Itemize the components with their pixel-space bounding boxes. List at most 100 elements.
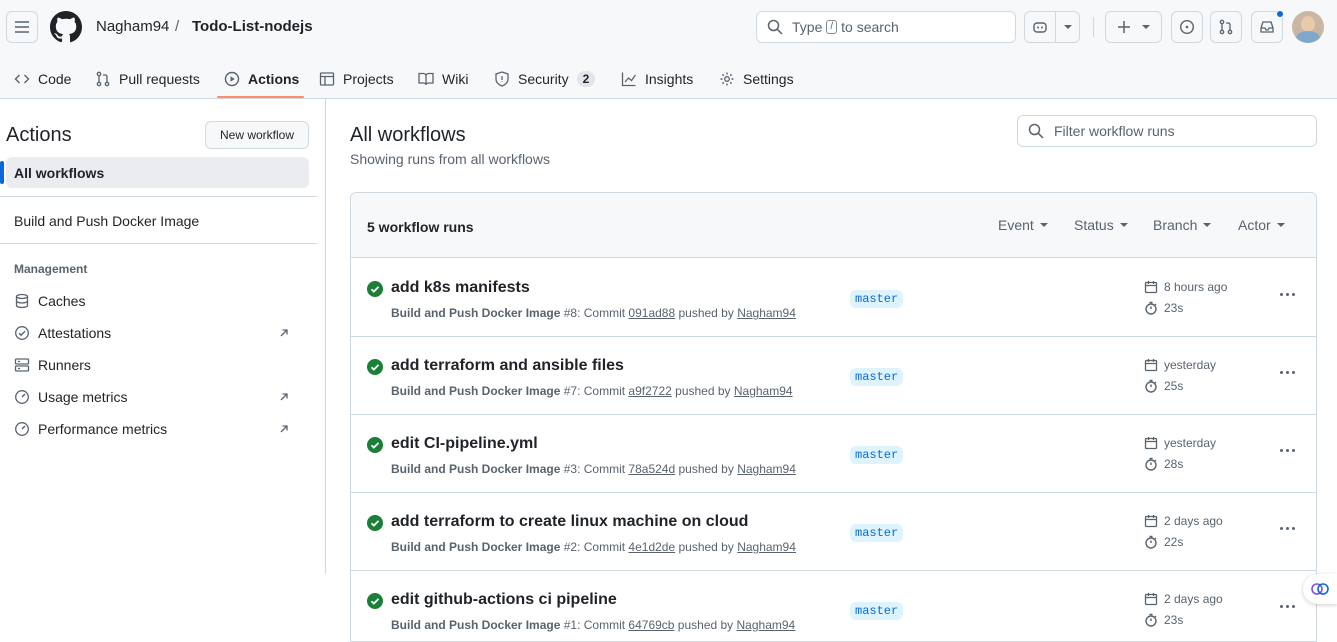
tab-actions[interactable]: Actions (224, 60, 299, 98)
page-title: All workflows (350, 124, 466, 146)
triangle-down-icon (1063, 25, 1072, 29)
run-commit-link[interactable]: 091ad88 (628, 306, 675, 320)
menu-button[interactable] (6, 11, 38, 43)
sidebar-item-all-workflows[interactable]: All workflows (0, 157, 309, 188)
meter-icon (15, 390, 29, 404)
event-filter-dropdown[interactable]: Event (998, 217, 1048, 233)
create-new-button[interactable] (1105, 11, 1162, 43)
tab-label: Projects (343, 71, 394, 87)
tab-label: Pull requests (119, 71, 200, 87)
avatar[interactable] (1292, 11, 1324, 43)
actions-sidebar: Actions New workflow All workflows Build… (0, 99, 326, 574)
filter-label: Branch (1153, 217, 1198, 233)
check-circle-icon (367, 437, 383, 453)
sidebar-item-label: Runners (38, 357, 91, 373)
run-user-link[interactable]: Nagham94 (737, 540, 796, 554)
sidebar-item-performance-metrics[interactable]: Performance metrics (14, 421, 304, 437)
run-time-text: 8 hours ago (1164, 280, 1228, 294)
graph-icon (621, 72, 637, 87)
table-icon (319, 72, 335, 86)
pull-request-icon (1219, 19, 1233, 35)
triangle-down-icon (1203, 223, 1212, 227)
calendar-icon (1144, 359, 1158, 372)
workflow-run-row[interactable]: add terraform and ansible files Build and… (351, 337, 1316, 415)
run-title-link[interactable]: add terraform and ansible files (391, 357, 624, 375)
branch-badge[interactable]: master (850, 446, 904, 464)
run-options-button[interactable] (1280, 371, 1295, 374)
workflow-run-row[interactable]: edit CI-pipeline.yml Build and Push Docke… (351, 415, 1316, 493)
run-options-button[interactable] (1280, 527, 1295, 530)
run-duration-text: 23s (1164, 301, 1184, 315)
sidebar-item-label: Usage metrics (38, 389, 128, 405)
run-duration-text: 25s (1164, 379, 1184, 393)
workflow-run-row[interactable]: add terraform to create linux machine on… (351, 493, 1316, 571)
actor-filter-dropdown[interactable]: Actor (1238, 217, 1285, 233)
run-commit-link[interactable]: 78a524d (628, 462, 675, 476)
assistant-extension-button[interactable] (1303, 574, 1337, 604)
stopwatch-icon (1145, 613, 1157, 627)
tab-projects[interactable]: Projects (319, 60, 394, 98)
repo-owner-link[interactable]: Nagham94 (96, 18, 169, 35)
tab-code[interactable]: Code (14, 60, 71, 98)
sidebar-item-attestations[interactable]: Attestations (14, 325, 304, 341)
play-icon (224, 71, 240, 87)
check-circle-icon (367, 593, 383, 609)
workflow-run-row[interactable]: edit github-actions ci pipeline Build and… (351, 571, 1316, 641)
tab-security[interactable]: Security 2 (494, 60, 596, 98)
repo-name-link[interactable]: Todo-List-nodejs (192, 18, 313, 35)
run-duration-text: 22s (1164, 535, 1184, 549)
branch-badge[interactable]: master (850, 602, 904, 620)
kebab-horizontal-icon (1280, 371, 1295, 374)
run-duration: 23s (1144, 301, 1183, 315)
pull-requests-button[interactable] (1210, 11, 1242, 43)
copilot-button[interactable] (1024, 11, 1056, 43)
triangle-down-icon (1039, 223, 1048, 227)
kebab-horizontal-icon (1280, 293, 1295, 296)
run-commit-link[interactable]: 64769cb (628, 618, 674, 632)
status-filter-dropdown[interactable]: Status (1074, 217, 1128, 233)
sidebar-item-caches[interactable]: Caches (14, 293, 304, 309)
branch-badge[interactable]: master (850, 290, 904, 308)
run-title-link[interactable]: add k8s manifests (391, 279, 530, 297)
workflow-run-row[interactable]: add k8s manifests Build and Push Docker I… (351, 259, 1316, 337)
copilot-dropdown-button[interactable] (1055, 11, 1080, 43)
search-input[interactable]: Type / to search (756, 11, 1016, 43)
run-title-link[interactable]: edit github-actions ci pipeline (391, 591, 617, 609)
branch-filter-dropdown[interactable]: Branch (1153, 217, 1212, 233)
run-user-link[interactable]: Nagham94 (737, 618, 796, 632)
triangle-down-icon (1141, 25, 1150, 29)
run-time-text: yesterday (1164, 436, 1217, 450)
stopwatch-icon (1145, 535, 1157, 549)
sidebar-item-label: Performance metrics (38, 421, 168, 437)
branch-badge[interactable]: master (850, 368, 904, 386)
new-workflow-button[interactable]: New workflow (205, 121, 309, 149)
run-workflow-name: Build and Push Docker Image (391, 618, 561, 632)
run-user-link[interactable]: Nagham94 (734, 384, 793, 398)
run-options-button[interactable] (1280, 449, 1295, 452)
run-user-link[interactable]: Nagham94 (737, 462, 796, 476)
workflow-runs-list: 5 workflow runs Event Status Branch Acto… (350, 192, 1317, 642)
github-logo[interactable] (50, 11, 82, 46)
run-title-link[interactable]: add terraform to create linux machine on… (391, 513, 748, 531)
tab-settings[interactable]: Settings (719, 60, 794, 98)
run-title-link[interactable]: edit CI-pipeline.yml (391, 435, 538, 453)
filter-workflow-runs-input[interactable]: Filter workflow runs (1017, 115, 1317, 147)
run-commit-link[interactable]: a9f2722 (628, 384, 671, 398)
run-user-link[interactable]: Nagham94 (737, 306, 796, 320)
issues-button[interactable] (1171, 11, 1203, 43)
sidebar-item-workflow[interactable]: Build and Push Docker Image (14, 213, 304, 229)
run-workflow-name: Build and Push Docker Image (391, 540, 561, 554)
tab-insights[interactable]: Insights (621, 60, 693, 98)
kebab-horizontal-icon (1280, 449, 1295, 452)
run-details: Build and Push Docker Image #1: Commit 6… (391, 618, 796, 632)
run-options-button[interactable] (1280, 293, 1295, 296)
branch-badge[interactable]: master (850, 524, 904, 542)
tab-label: Actions (248, 71, 300, 87)
sidebar-item-usage-metrics[interactable]: Usage metrics (14, 389, 304, 405)
tab-pull-requests[interactable]: Pull requests (95, 60, 200, 98)
tab-wiki[interactable]: Wiki (418, 60, 468, 98)
search-icon (767, 19, 783, 35)
sidebar-item-runners[interactable]: Runners (14, 357, 304, 373)
run-options-button[interactable] (1280, 605, 1295, 608)
run-commit-link[interactable]: 4e1d2de (628, 540, 675, 554)
